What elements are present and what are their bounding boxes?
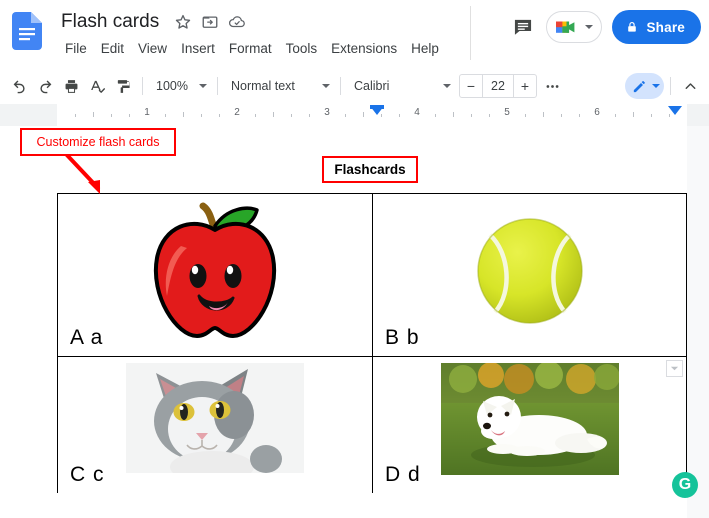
annotation-arrow-icon <box>64 152 100 194</box>
menu-item-help[interactable]: Help <box>404 38 446 59</box>
chevron-down-icon <box>322 84 330 88</box>
ruler-number-6: 6 <box>594 107 600 118</box>
print-icon[interactable] <box>58 73 84 99</box>
increase-font-size-button[interactable]: + <box>514 75 536 97</box>
spellcheck-icon[interactable] <box>84 73 110 99</box>
ruler-track: 1 2 3 4 5 6 <box>57 104 687 126</box>
table-cell-card-b[interactable]: B b <box>372 194 686 356</box>
annotation-customize-note: Customize flash cards <box>20 128 176 156</box>
menu-item-format[interactable]: Format <box>222 38 279 59</box>
dog-photo-image <box>440 363 619 475</box>
header-actions: Share <box>510 10 701 44</box>
header-divider <box>470 6 471 60</box>
decrease-font-size-button[interactable]: − <box>460 75 482 97</box>
font-family-value: Calibri <box>354 79 390 93</box>
table-row: A a B b <box>58 194 686 356</box>
google-docs-window: Flash cards File Edit View Insert Format… <box>0 0 709 518</box>
title-icon-group <box>174 13 246 31</box>
font-size-input[interactable]: 22 <box>482 75 514 97</box>
toolbar-divider <box>142 77 143 95</box>
ruler[interactable]: 1 2 3 4 5 6 <box>0 104 709 126</box>
title-row: Flash cards <box>58 8 246 36</box>
chevron-down-icon <box>585 25 594 29</box>
menu-item-extensions[interactable]: Extensions <box>324 38 404 59</box>
flashcards-table[interactable]: A a B b C c D d <box>57 193 687 493</box>
menu-item-file[interactable]: File <box>58 38 94 59</box>
ruler-left-margin <box>0 104 57 126</box>
menu-item-edit[interactable]: Edit <box>94 38 131 59</box>
chevron-down-icon <box>199 84 207 88</box>
font-family-selector[interactable]: Calibri <box>347 73 455 99</box>
editing-mode-button[interactable] <box>625 73 664 99</box>
grammarly-icon[interactable]: G <box>672 472 698 498</box>
toolbar: 100% Normal text Calibri − 22 + <box>0 68 709 104</box>
table-row: C c D d <box>58 356 686 493</box>
edit-pencil-icon <box>633 80 645 92</box>
toolbar-divider <box>340 77 341 95</box>
menu-item-tools[interactable]: Tools <box>279 38 325 59</box>
redo-icon[interactable] <box>32 73 58 99</box>
card-label-b: B b <box>385 326 420 349</box>
left-indent-marker[interactable] <box>370 106 384 115</box>
annotation-label: Customize flash cards <box>36 135 160 149</box>
ruler-number-5: 5 <box>504 107 510 118</box>
table-cell-card-c[interactable]: C c <box>58 357 372 493</box>
table-collapse-icon[interactable] <box>666 360 683 377</box>
grammarly-letter: G <box>678 476 692 493</box>
document-title[interactable]: Flash cards <box>58 10 162 34</box>
chevron-down-icon <box>443 84 451 88</box>
cloud-saved-icon[interactable] <box>228 13 246 31</box>
ruler-right-margin <box>687 104 709 126</box>
document-heading-highlight: Flashcards <box>322 156 418 183</box>
ruler-number-1: 1 <box>144 107 150 118</box>
page-title: Flashcards <box>334 162 406 177</box>
ruler-number-4: 4 <box>414 107 420 118</box>
card-label-c: C c <box>70 463 105 486</box>
menu-item-view[interactable]: View <box>131 38 174 59</box>
cat-photo-image <box>126 363 304 473</box>
menu-bar: File Edit View Insert Format Tools Exten… <box>58 38 446 59</box>
ruler-number-3: 3 <box>324 107 330 118</box>
undo-icon[interactable] <box>6 73 32 99</box>
table-cell-card-a[interactable]: A a <box>58 194 372 356</box>
chevron-up-icon[interactable] <box>677 73 703 99</box>
right-indent-marker[interactable] <box>668 106 682 115</box>
star-icon[interactable] <box>174 13 192 31</box>
font-size-stepper: − 22 + <box>459 74 537 98</box>
table-cell-card-d[interactable]: D d <box>372 357 686 493</box>
google-docs-icon[interactable] <box>12 12 42 50</box>
move-folder-icon[interactable] <box>201 13 219 31</box>
google-meet-icon[interactable] <box>546 11 603 43</box>
zoom-value: 100% <box>156 79 188 93</box>
chevron-down-icon <box>652 84 660 88</box>
card-label-a: A a <box>70 326 104 349</box>
comment-icon[interactable] <box>510 14 536 40</box>
card-label-d: D d <box>385 463 421 486</box>
ruler-number-2: 2 <box>234 107 240 118</box>
paint-format-icon[interactable] <box>110 73 136 99</box>
apple-cartoon-image <box>135 200 295 346</box>
share-label: Share <box>646 19 685 35</box>
lock-icon <box>628 22 637 32</box>
zoom-selector[interactable]: 100% <box>149 73 211 99</box>
app-header: Flash cards File Edit View Insert Format… <box>0 0 709 68</box>
tennis-ball-image <box>465 206 595 336</box>
paragraph-style-selector[interactable]: Normal text <box>224 73 334 99</box>
share-button[interactable]: Share <box>612 10 701 44</box>
paragraph-style-value: Normal text <box>231 79 295 93</box>
toolbar-divider <box>217 77 218 95</box>
menu-item-insert[interactable]: Insert <box>174 38 222 59</box>
toolbar-divider <box>670 77 671 95</box>
more-options-icon[interactable] <box>539 73 565 99</box>
